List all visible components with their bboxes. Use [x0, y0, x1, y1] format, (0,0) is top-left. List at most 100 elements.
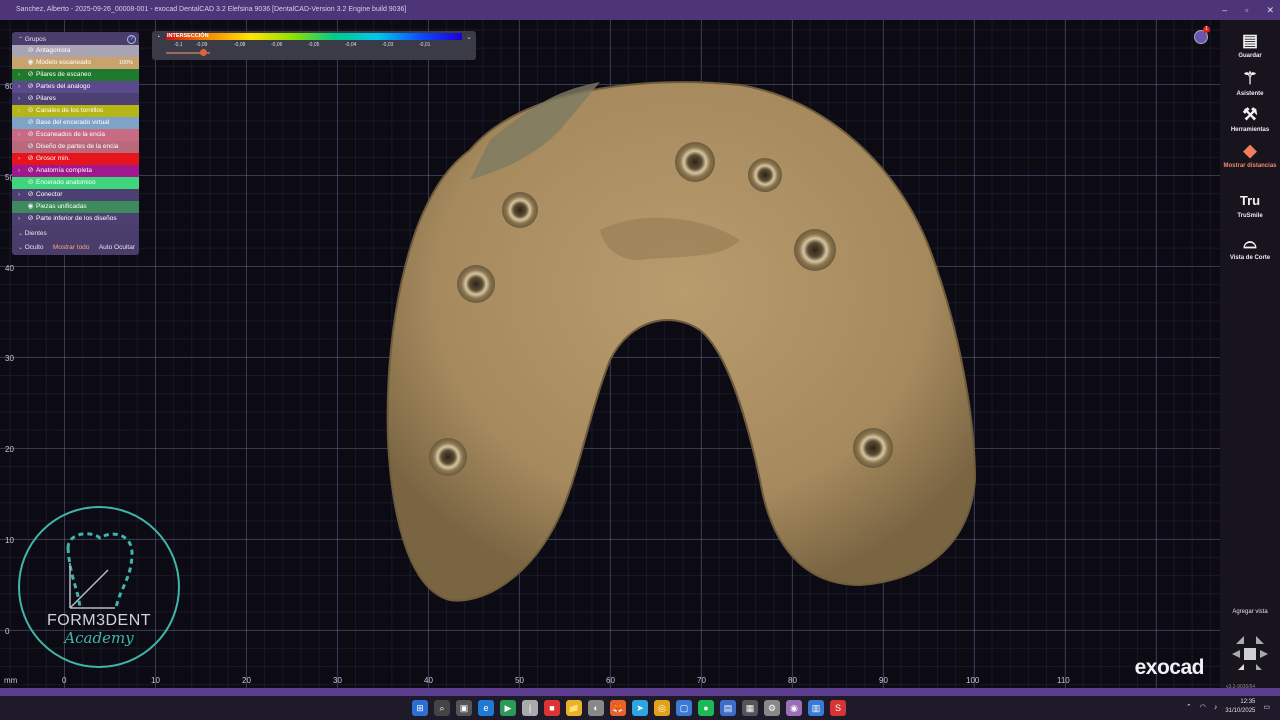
- notifications-icon[interactable]: ▭: [1263, 703, 1270, 711]
- maximize-button[interactable]: ▫: [1245, 0, 1248, 20]
- section-view-button[interactable]: ⌓ Vista de Corte: [1220, 232, 1280, 261]
- gauge-icon[interactable]: ◔: [156, 34, 160, 41]
- expand-arrow-icon[interactable]: ›: [18, 93, 25, 105]
- visibility-eye-icon[interactable]: ⊘: [25, 93, 36, 105]
- visibility-eye-icon[interactable]: ◉: [25, 57, 36, 69]
- taskbar-app-icon[interactable]: ◐: [588, 700, 604, 716]
- threshold-slider-handle[interactable]: [200, 49, 208, 56]
- taskbar-app-icon[interactable]: ▣: [456, 700, 472, 716]
- save-button[interactable]: ▤ Guardar: [1220, 30, 1280, 59]
- chevron-down-icon[interactable]: ⌄: [466, 33, 472, 41]
- minimize-button[interactable]: –: [1222, 0, 1227, 20]
- wizard-button[interactable]: ⚚ Asistente: [1220, 68, 1280, 97]
- group-row[interactable]: › ⊘ Grosor min.: [12, 153, 139, 165]
- expand-arrow-icon[interactable]: ›: [18, 165, 25, 177]
- group-row[interactable]: › ⊘ Pilares de escaneo: [12, 69, 139, 81]
- taskbar-app-icon[interactable]: ▤: [720, 700, 736, 716]
- system-tray: ⌃ ◠ ♪ 12:35 31/10/2025 ▭: [1186, 698, 1270, 716]
- visibility-eye-icon[interactable]: ⊘: [25, 129, 36, 141]
- visibility-eye-icon[interactable]: ⊘: [25, 117, 36, 129]
- group-label: Pilares de escaneo: [36, 71, 92, 78]
- auto-hide-button[interactable]: Auto Ocultar: [99, 241, 135, 255]
- title-bar: Sanchez, Alberto - 2025-09-26_00008-001 …: [0, 0, 1280, 20]
- taskbar-app-icon[interactable]: ▥: [808, 700, 824, 716]
- chevron-up-icon[interactable]: ⌃: [1186, 703, 1192, 711]
- show-all-button[interactable]: Mostrar todo: [53, 241, 90, 255]
- group-row[interactable]: ⊘ Diseño de partes de la encia: [12, 141, 139, 153]
- group-row[interactable]: ◉ Modelo escaneado 100%: [12, 57, 139, 69]
- scanned-jaw-model[interactable]: [0, 20, 1220, 688]
- taskbar-app-icon[interactable]: ■: [544, 700, 560, 716]
- group-row[interactable]: ⊘ Antagonista: [12, 45, 139, 57]
- group-row[interactable]: › ⊘ Escaneados de la encia: [12, 129, 139, 141]
- close-button[interactable]: ✕: [1266, 0, 1274, 20]
- taskbar-app-icon[interactable]: 🦊: [610, 700, 626, 716]
- group-row[interactable]: › ⊘ Canales de los tornillos: [12, 105, 139, 117]
- visibility-eye-icon[interactable]: ⊘: [25, 69, 36, 81]
- visibility-eye-icon[interactable]: ⊘: [25, 45, 36, 57]
- visibility-eye-icon[interactable]: ⊘: [25, 177, 36, 189]
- taskbar-app-icon[interactable]: S: [830, 700, 846, 716]
- trusmile-button[interactable]: Tru TruSmile: [1220, 190, 1280, 219]
- view-navigator-icon[interactable]: [1230, 630, 1270, 682]
- taskbar-app-icon[interactable]: ⌕: [434, 700, 450, 716]
- teeth-section[interactable]: ⌄ Dientes: [12, 228, 139, 240]
- implant-hole-3: [502, 192, 538, 228]
- visibility-eye-icon[interactable]: ⊘: [25, 153, 36, 165]
- colorbar-tick: -0,09: [196, 42, 208, 48]
- group-row[interactable]: › ⊘ Pilares: [12, 93, 139, 105]
- taskbar-app-icon[interactable]: ➤: [632, 700, 648, 716]
- taskbar-app-icon[interactable]: ●: [698, 700, 714, 716]
- visibility-eye-icon[interactable]: ⊘: [25, 81, 36, 93]
- visibility-eye-icon[interactable]: ⊘: [25, 165, 36, 177]
- group-list: ⊘ Antagonista ◉ Modelo escaneado 100% › ⊘ Pilar…: [12, 45, 139, 225]
- implant-hole-4: [794, 229, 836, 271]
- 3d-viewport[interactable]: mm 0 10 20 30 40 50 60 70 80 90 100 110 …: [0, 20, 1220, 688]
- taskbar-app-icon[interactable]: ⊞: [412, 700, 428, 716]
- expand-arrow-icon[interactable]: ›: [18, 105, 25, 117]
- group-label: Grosor min.: [36, 155, 70, 162]
- taskbar-app-icon[interactable]: ◉: [786, 700, 802, 716]
- taskbar-app-icon[interactable]: |: [522, 700, 538, 716]
- volume-icon[interactable]: ♪: [1214, 704, 1218, 711]
- show-distances-button[interactable]: ◆ Mostrar distancias: [1220, 140, 1280, 169]
- teeth-section-label: Dientes: [24, 230, 47, 237]
- taskbar-app-icon[interactable]: ▢: [676, 700, 692, 716]
- hidden-toggle[interactable]: ⌄ Oculto: [18, 241, 44, 255]
- taskbar-app-icon[interactable]: e: [478, 700, 494, 716]
- visibility-eye-icon[interactable]: ⊘: [25, 213, 36, 225]
- clock[interactable]: 12:35 31/10/2025: [1225, 698, 1255, 716]
- taskbar-app-icon[interactable]: ⚙: [764, 700, 780, 716]
- wifi-icon[interactable]: ◠: [1200, 703, 1206, 711]
- visibility-eye-icon[interactable]: ◉: [25, 201, 36, 213]
- group-row[interactable]: › ⊘ Conector: [12, 189, 139, 201]
- taskbar-app-icon[interactable]: ▶: [500, 700, 516, 716]
- group-row[interactable]: › ⊘ Partes del analogo: [12, 81, 139, 93]
- taskbar-app-icon[interactable]: ▦: [742, 700, 758, 716]
- add-view-button[interactable]: Agregar vista: [1220, 609, 1280, 615]
- groups-header[interactable]: ⌃ Grupos ?: [12, 34, 139, 45]
- visibility-eye-icon[interactable]: ⊘: [25, 141, 36, 153]
- group-row[interactable]: ⊘ Encerado anatomico: [12, 177, 139, 189]
- visibility-eye-icon[interactable]: ⊘: [25, 105, 36, 117]
- group-row[interactable]: › ⊘ Anatomía completa: [12, 165, 139, 177]
- group-label: Partes del analogo: [36, 83, 91, 90]
- expand-arrow-icon[interactable]: ›: [18, 69, 25, 81]
- opacity-badge[interactable]: 100%: [119, 57, 133, 69]
- group-row[interactable]: ◉ Piezas unificadas: [12, 201, 139, 213]
- group-label: Modelo escaneado: [36, 59, 91, 66]
- expand-arrow-icon[interactable]: ›: [18, 81, 25, 93]
- collapse-icon[interactable]: ⌃: [18, 37, 25, 43]
- help-icon[interactable]: ?: [127, 35, 136, 44]
- expand-arrow-icon[interactable]: ›: [18, 213, 25, 225]
- expand-arrow-icon[interactable]: ›: [18, 153, 25, 165]
- tools-button[interactable]: ⚒ Herramientas: [1220, 104, 1280, 133]
- taskbar-app-icon[interactable]: ◎: [654, 700, 670, 716]
- group-row[interactable]: ⊘ Base del encerado virtual: [12, 117, 139, 129]
- visibility-eye-icon[interactable]: ⊘: [25, 189, 36, 201]
- distances-icon: ◆: [1243, 141, 1257, 160]
- taskbar-app-icon[interactable]: 📁: [566, 700, 582, 716]
- expand-arrow-icon[interactable]: ›: [18, 129, 25, 141]
- expand-arrow-icon[interactable]: ›: [18, 189, 25, 201]
- group-row[interactable]: › ⊘ Parte inferior de los diseños: [12, 213, 139, 225]
